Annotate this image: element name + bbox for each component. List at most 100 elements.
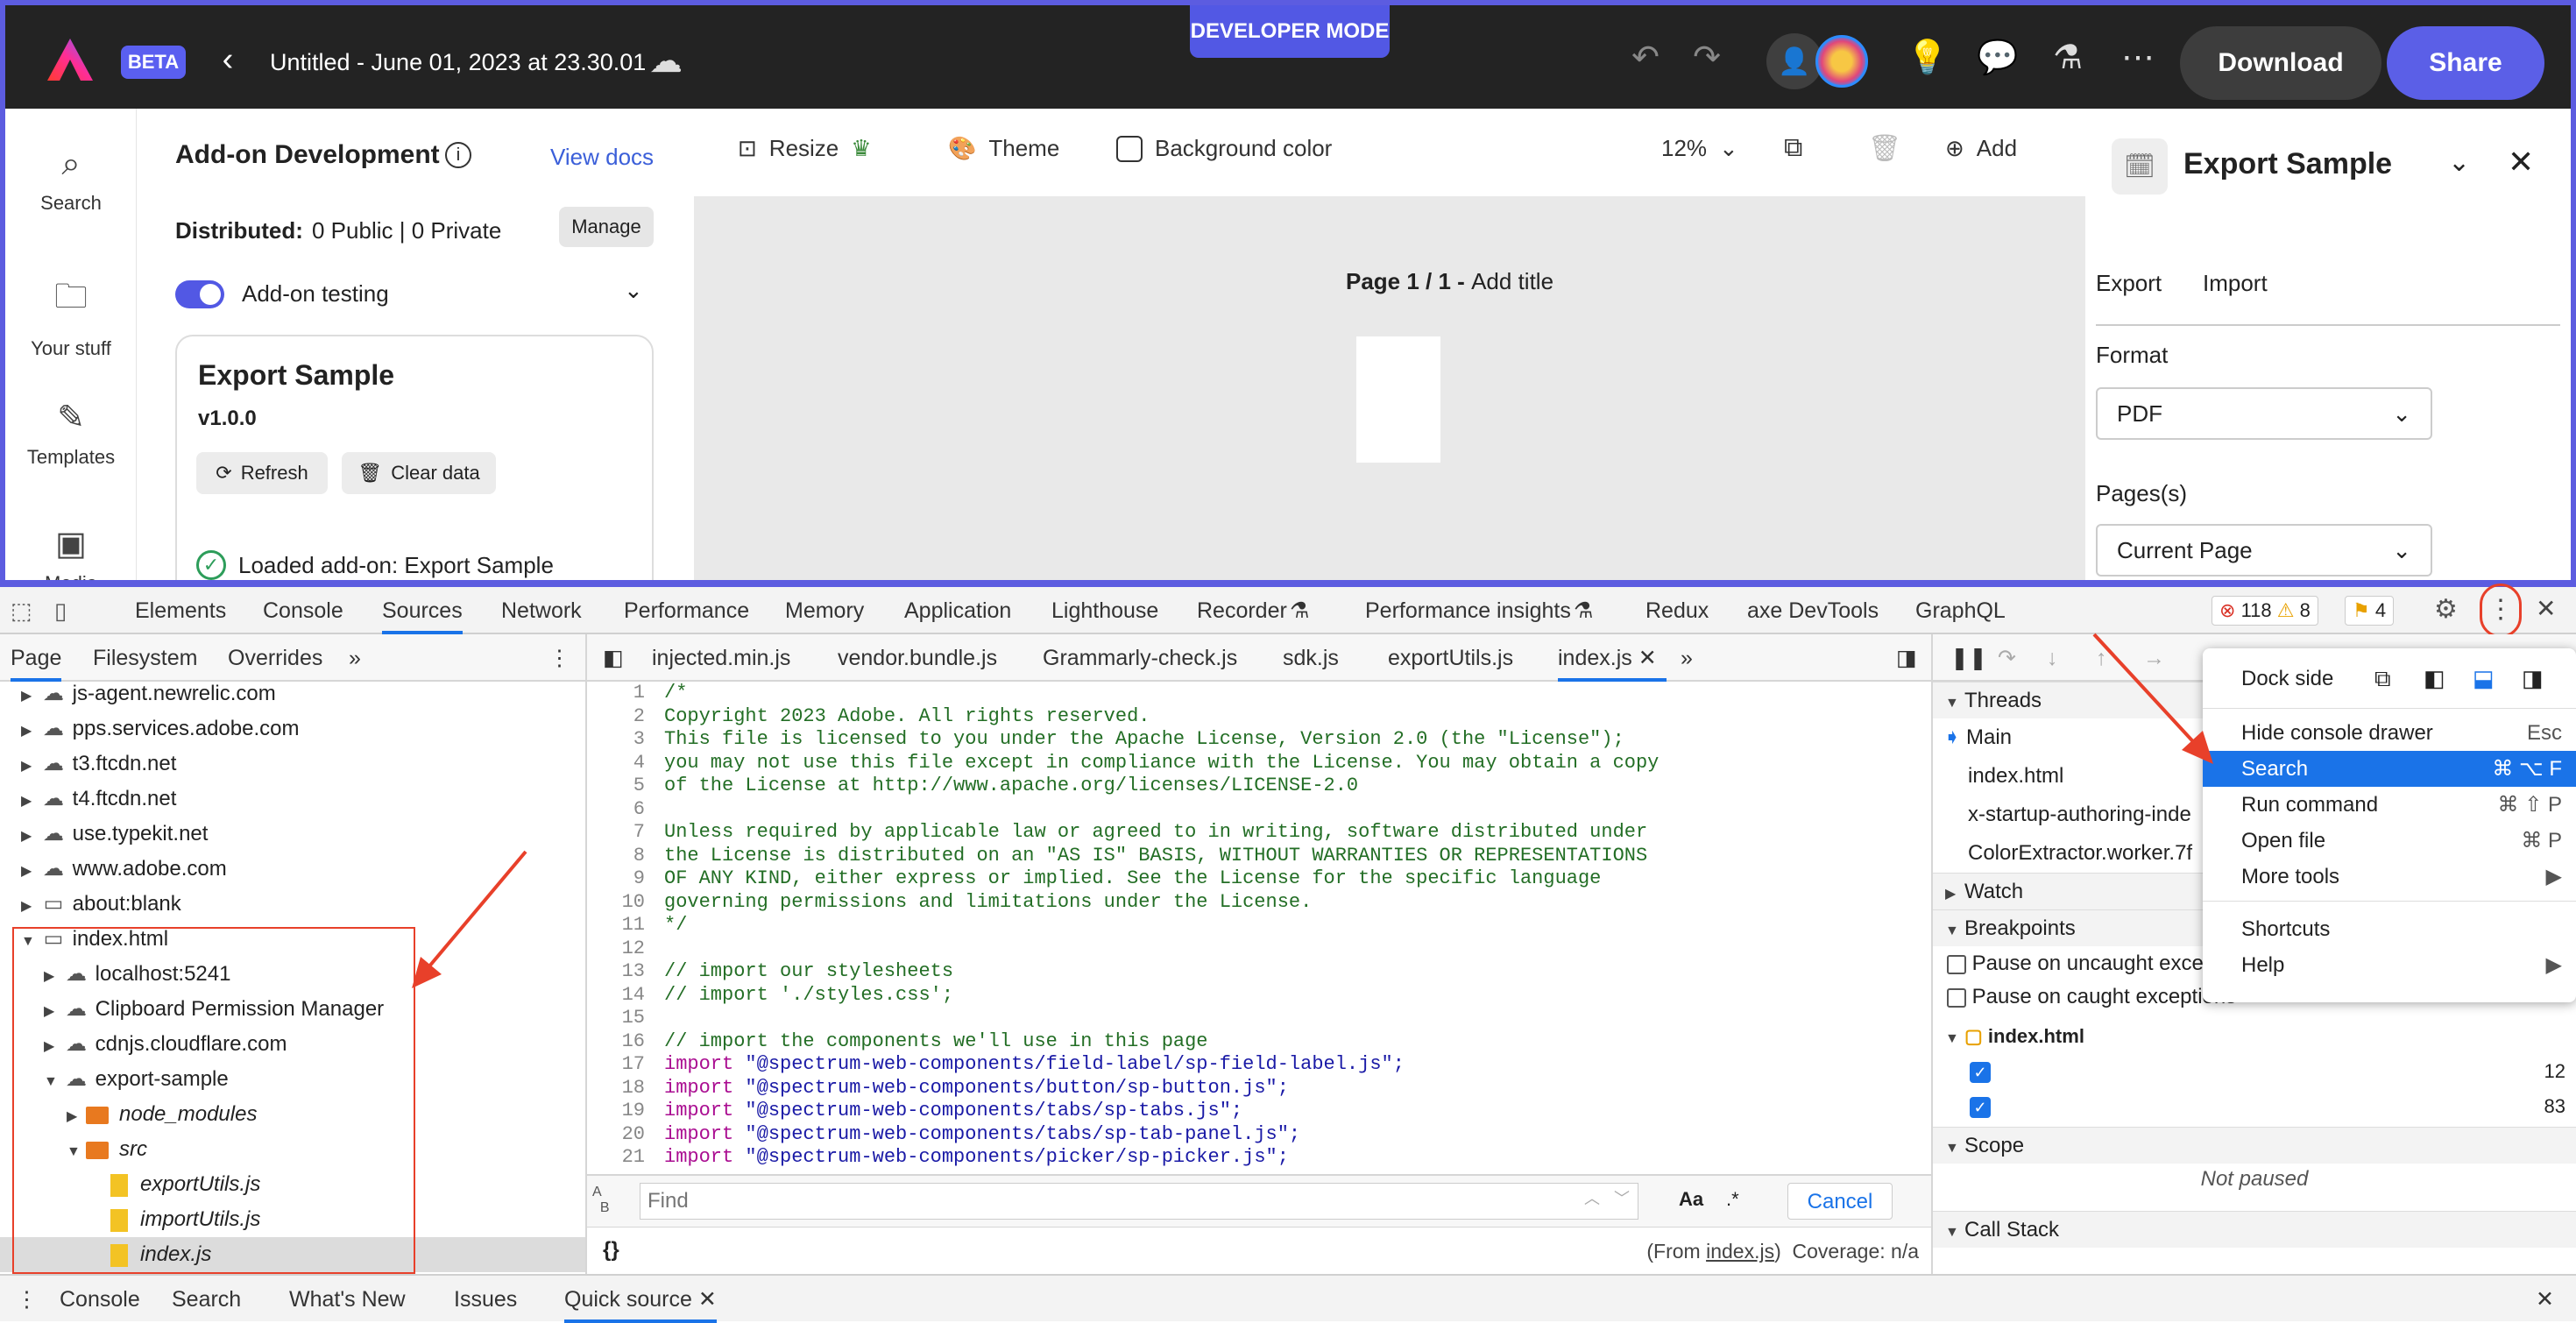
chevron-down-icon[interactable]: ⌄: [2448, 147, 2470, 178]
line-number[interactable]: 19: [587, 1100, 645, 1123]
close-drawer-icon[interactable]: ✕: [2536, 1276, 2554, 1323]
tab-performance-insights[interactable]: Performance insights: [1365, 587, 1571, 634]
tab-axe-devtools[interactable]: axe DevTools: [1747, 587, 1879, 634]
menu-item-help[interactable]: Help ▶: [2203, 947, 2576, 983]
rail-your-stuff[interactable]: 🗀 Your stuff: [5, 272, 137, 360]
close-devtools-icon[interactable]: ✕: [2536, 594, 2556, 623]
refresh-button[interactable]: ⟳ Refresh: [196, 452, 328, 494]
more-options-icon[interactable]: ⋮: [548, 634, 570, 682]
find-input[interactable]: [640, 1183, 1638, 1220]
chevron-down-icon[interactable]: ⌄: [624, 277, 643, 304]
menu-item-search[interactable]: Search ⌘ ⌥ F: [2203, 751, 2576, 787]
error-counter[interactable]: ⊗ 118 ⚠ 8: [2212, 596, 2318, 626]
back-chevron-icon[interactable]: ‹: [207, 40, 249, 79]
info-icon[interactable]: i: [445, 142, 471, 168]
more-tabs-icon[interactable]: »: [1681, 634, 1693, 682]
code-editor[interactable]: 1 /* 2 Copyright 2023 Adobe. All rights res…: [587, 682, 1931, 1174]
more-icon[interactable]: ⋯: [2117, 39, 2159, 77]
close-tab-icon[interactable]: ✕: [1638, 646, 1657, 670]
addon-testing-toggle[interactable]: [175, 280, 224, 308]
add-button[interactable]: ⊕ Add: [1945, 135, 2017, 162]
page-thumbnail[interactable]: [1356, 336, 1440, 463]
tree-item[interactable]: ▶ ☁ t3.ftcdn.net: [21, 746, 176, 782]
cancel-search-button[interactable]: Cancel: [1787, 1183, 1893, 1220]
tree-item[interactable]: ▶ ☁ use.typekit.net: [21, 817, 208, 852]
checkbox[interactable]: [1947, 954, 1966, 974]
line-number[interactable]: 21: [587, 1146, 645, 1170]
regex-icon[interactable]: .*: [1726, 1188, 1739, 1211]
find-prev-icon[interactable]: ︿: [1584, 1186, 1600, 1209]
comment-icon[interactable]: 💬: [1977, 39, 2019, 77]
resize-button[interactable]: ⊡ Resize ♛: [738, 135, 872, 162]
step-into-icon[interactable]: ↓: [2047, 634, 2058, 682]
editor-tab-active[interactable]: index.js ✕: [1558, 634, 1667, 682]
menu-item-shortcuts[interactable]: Shortcuts: [2203, 911, 2576, 947]
menu-item-open-file[interactable]: Open file ⌘ P: [2203, 823, 2576, 859]
line-number[interactable]: 10: [587, 891, 645, 915]
lightbulb-icon[interactable]: 💡: [1907, 39, 1949, 77]
line-number[interactable]: 11: [587, 914, 645, 937]
tab-export[interactable]: Export: [2096, 270, 2162, 297]
call-stack-header[interactable]: ▼ Call Stack: [1933, 1211, 2576, 1248]
undo-icon[interactable]: ↶: [1624, 39, 1667, 77]
tab-elements[interactable]: Elements: [135, 587, 226, 634]
line-number[interactable]: 20: [587, 1123, 645, 1147]
tab-graphql[interactable]: GraphQL: [1915, 587, 2006, 634]
tab-sources[interactable]: Sources: [382, 587, 463, 634]
tab-redux[interactable]: Redux: [1645, 587, 1709, 634]
theme-button[interactable]: 🎨 Theme: [948, 135, 1059, 162]
line-number[interactable]: 15: [587, 1007, 645, 1030]
drawer-tab-issues[interactable]: Issues: [454, 1276, 517, 1323]
zoom-select[interactable]: 12% ⌄: [1661, 135, 1738, 162]
toggle-debugger-icon[interactable]: ◨: [1896, 634, 1917, 682]
dock-left-icon[interactable]: ◧: [2424, 661, 2445, 697]
thread-item[interactable]: x-startup-authoring-inde: [1968, 796, 2191, 834]
clear-data-button[interactable]: 🗑 Clear data: [342, 452, 496, 494]
editor-tab[interactable]: vendor.bundle.js: [838, 634, 997, 682]
thread-item[interactable]: index.html: [1968, 757, 2063, 796]
line-number[interactable]: 4: [587, 752, 645, 775]
tree-item[interactable]: ▶ ☁ www.adobe.com: [21, 852, 227, 887]
checkbox-checked[interactable]: ✓: [1970, 1097, 1991, 1118]
pages-icon[interactable]: ⧉: [1784, 133, 1802, 163]
tab-filesystem[interactable]: Filesystem: [93, 634, 197, 682]
dock-right-icon[interactable]: ◨: [2522, 661, 2544, 697]
tab-page[interactable]: Page: [11, 634, 62, 682]
menu-item-more-tools[interactable]: More tools ▶: [2203, 859, 2576, 895]
line-number[interactable]: 17: [587, 1053, 645, 1077]
breakpoint-row[interactable]: ✓ 12: [1970, 1060, 2565, 1083]
rail-templates[interactable]: ✎ Templates: [5, 398, 137, 469]
drawer-menu-icon[interactable]: ⋮: [16, 1276, 38, 1323]
download-button[interactable]: Download: [2180, 26, 2381, 100]
pause-uncaught-option[interactable]: Pause on uncaught exce: [1947, 952, 2204, 976]
invite-user-icon[interactable]: 👤: [1766, 33, 1822, 89]
tree-item[interactable]: ▶ ☁ t4.ftcdn.net: [21, 782, 176, 817]
pause-icon[interactable]: ❚❚: [1950, 634, 1987, 682]
document-title[interactable]: Untitled - June 01, 2023 at 23.30.01: [270, 46, 646, 79]
editor-tab[interactable]: injected.min.js: [652, 634, 790, 682]
inspect-icon[interactable]: ⬚: [11, 598, 32, 625]
close-icon[interactable]: ✕: [2508, 144, 2534, 180]
line-number[interactable]: 18: [587, 1077, 645, 1100]
line-number[interactable]: 7: [587, 821, 645, 845]
checkbox[interactable]: [1947, 987, 1966, 1008]
find-next-icon[interactable]: ﹀: [1614, 1186, 1630, 1209]
drawer-tab-whats-new[interactable]: What's New: [289, 1276, 406, 1323]
match-case-icon[interactable]: Aa: [1679, 1188, 1703, 1211]
tab-console[interactable]: Console: [263, 587, 343, 634]
line-number[interactable]: 2: [587, 705, 645, 729]
menu-item-hide-console[interactable]: Hide console drawer Esc: [2203, 715, 2576, 751]
pause-caught-option[interactable]: Pause on caught exceptions: [1947, 985, 2236, 1009]
cloud-sync-icon[interactable]: ☁: [645, 42, 687, 81]
line-number[interactable]: 6: [587, 798, 645, 822]
editor-tab[interactable]: Grammarly-check.js: [1043, 634, 1237, 682]
more-tabs-icon[interactable]: »: [349, 634, 361, 682]
line-number[interactable]: 9: [587, 867, 645, 891]
tab-lighthouse[interactable]: Lighthouse: [1051, 587, 1158, 634]
line-number[interactable]: 5: [587, 775, 645, 798]
background-color-button[interactable]: Background color: [1116, 135, 1332, 162]
settings-gear-icon[interactable]: ⚙: [2434, 594, 2458, 625]
view-docs-link[interactable]: View docs: [550, 144, 654, 171]
issues-counter[interactable]: ⚑ 4: [2345, 596, 2395, 626]
avatar[interactable]: [1815, 35, 1868, 88]
